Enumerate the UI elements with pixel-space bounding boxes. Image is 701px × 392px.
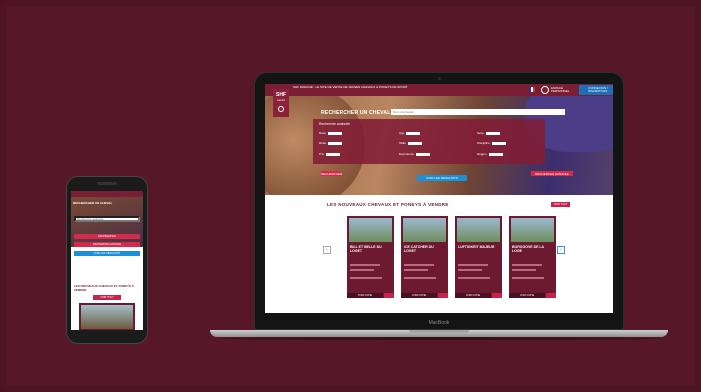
hero-title: RECHERCHER UN CHEVAL — [321, 110, 391, 116]
phone-see-all-button[interactable]: VOIR TOUT — [93, 295, 121, 300]
see-all-button[interactable]: VOIR TOUT — [551, 202, 570, 207]
filter-race[interactable]: Race — [319, 131, 343, 135]
laptop-screen: SHF MARCHÉ · LE SITE DE VENTE DE JEUNES … — [265, 84, 613, 313]
horse-card[interactable]: BILL ET BELLE DU LOGET VOIR FICHE — [347, 216, 394, 298]
phone-advanced-button[interactable]: RECHERCHE AVANCEE — [74, 242, 140, 247]
card-detail — [350, 269, 374, 271]
phone: RECHERCHER UN CHEVAL RECHERCHER RECHERCH… — [66, 176, 148, 344]
filter-discipline[interactable]: Discipline — [477, 141, 506, 145]
phone-search-input[interactable] — [74, 216, 140, 222]
laptop-brand-label: MacBook — [428, 320, 450, 326]
account-link[interactable]: ESPACE PERSONNEL — [551, 87, 575, 93]
site-header: SHF MARCHÉ · LE SITE DE VENTE DE JEUNES … — [265, 84, 613, 96]
search-button[interactable]: RECHERCHER — [321, 171, 342, 176]
horse-photo — [349, 218, 392, 242]
filter-sexe[interactable]: Sexe — [477, 131, 500, 135]
horse-card[interactable]: ICE CATCHER DU LOGET VOIR FICHE — [401, 216, 448, 298]
phone-screen: RECHERCHER UN CHEVAL RECHERCHER RECHERCH… — [71, 191, 143, 330]
horse-name: LUFTIGKEIT MAJEUR — [458, 245, 495, 249]
horse-card[interactable]: BOROGOVE DE LA LOGE VOIR FICHE — [509, 216, 556, 298]
laptop-base — [210, 330, 668, 337]
phone-search-button[interactable]: RECHERCHER — [74, 234, 140, 239]
horse-card[interactable]: LUFTIGKEIT MAJEUR VOIR FICHE — [455, 216, 502, 298]
horse-photo — [457, 218, 500, 242]
camera — [438, 77, 441, 80]
heart-icon[interactable] — [546, 293, 556, 298]
card-detail — [350, 277, 382, 279]
results-button[interactable]: VOIR LES RESULTATS — [417, 175, 467, 181]
login-button[interactable]: CONNEXION / INSCRIPTION — [579, 85, 613, 95]
card-detail — [458, 264, 488, 266]
card-detail — [512, 277, 544, 279]
panel-title: Recherche avancée — [319, 122, 351, 126]
heart-icon[interactable] — [438, 293, 448, 298]
horse-photo — [81, 305, 133, 329]
filter-prix[interactable]: Prix — [319, 152, 341, 156]
view-button[interactable]: VOIR FICHE — [347, 293, 383, 298]
filter-robe[interactable]: Robe — [319, 141, 343, 145]
filter-region[interactable]: Région — [477, 152, 503, 156]
view-button[interactable]: VOIR FICHE — [509, 293, 545, 298]
card-detail — [512, 264, 542, 266]
laptop-lid: SHF MARCHÉ · LE SITE DE VENTE DE JEUNES … — [254, 72, 624, 330]
phone-speaker — [97, 182, 117, 185]
horse-photo — [403, 218, 446, 242]
laptop-shadow — [220, 337, 660, 340]
card-detail — [350, 264, 380, 266]
filter-taille[interactable]: Taille — [399, 141, 422, 145]
advanced-search-button[interactable]: RECHERCHE AVANCEE — [531, 171, 573, 176]
horse-photo — [511, 218, 554, 242]
filter-experience[interactable]: Expérience — [399, 152, 431, 156]
user-icon[interactable] — [541, 86, 549, 94]
hero-banner: RECHERCHER UN CHEVAL Recherche avancée R… — [265, 96, 613, 195]
horse-name: BILL ET BELLE DU LOGET — [350, 245, 382, 253]
chevron-right-icon[interactable]: › — [557, 246, 565, 254]
phone-horse-card[interactable] — [79, 303, 135, 330]
new-horses-section: LES NOUVEAUX CHEVAUX ET PONEYS À VENDRE … — [265, 195, 613, 313]
card-detail — [458, 277, 490, 279]
filter-age[interactable]: Age — [399, 131, 421, 135]
horseshoe-icon — [278, 106, 284, 112]
site-header-title: SHF MARCHÉ · LE SITE DE VENTE DE JEUNES … — [293, 85, 408, 89]
phone-section-title: LES NOUVEAUX CHEVAUX ET PONEYS À VENDRE — [74, 284, 134, 292]
hero-search-input[interactable] — [391, 109, 565, 115]
card-detail — [512, 269, 536, 271]
flag-icon[interactable] — [529, 87, 535, 92]
view-button[interactable]: VOIR FICHE — [401, 293, 437, 298]
section-title: LES NOUVEAUX CHEVAUX ET PONEYS À VENDRE — [327, 202, 449, 207]
card-detail — [404, 269, 428, 271]
phone-results-button[interactable]: VOIR LES RESULTATS — [74, 251, 140, 256]
card-detail — [404, 277, 436, 279]
phone-header — [71, 191, 143, 197]
phone-hero-title: RECHERCHER UN CHEVAL — [73, 201, 113, 205]
heart-icon[interactable] — [492, 293, 502, 298]
logo-sub: marché — [276, 99, 286, 102]
advanced-search-panel: Recherche avancée Race Age Sexe Robe Tai… — [313, 119, 545, 164]
heart-icon[interactable] — [384, 293, 394, 298]
horse-name: ICE CATCHER DU LOGET — [404, 245, 434, 253]
card-detail — [458, 269, 482, 271]
view-button[interactable]: VOIR FICHE — [455, 293, 491, 298]
card-detail — [404, 264, 434, 266]
chevron-left-icon[interactable]: ‹ — [323, 246, 331, 254]
laptop-notch — [409, 330, 469, 333]
site-logo[interactable]: SHF marché — [273, 89, 289, 117]
horse-name: BOROGOVE DE LA LOGE — [512, 245, 544, 253]
